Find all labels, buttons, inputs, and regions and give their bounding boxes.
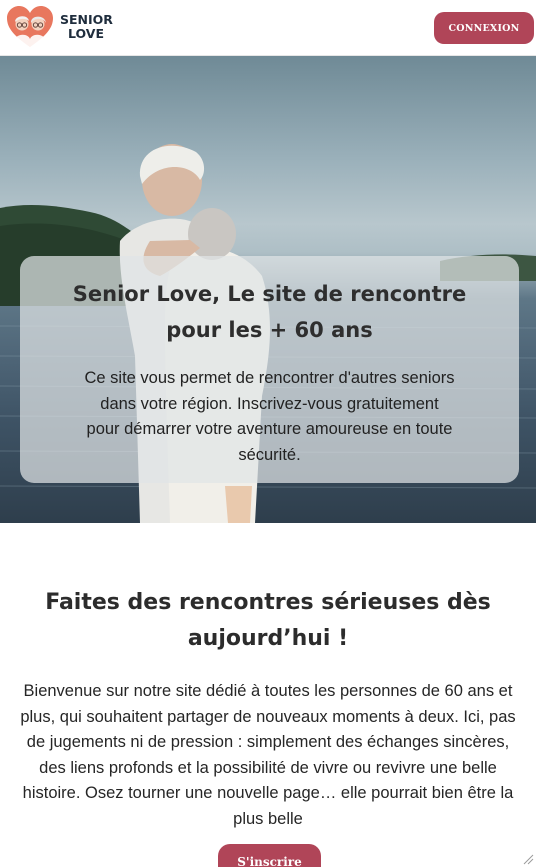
hero-section: Senior Love, Le site de rencontre pour l… <box>0 56 536 523</box>
hero-title: Senior Love, Le site de rencontre pour l… <box>72 282 467 342</box>
intro-text: Bienvenue sur notre site dédié à toutes … <box>20 682 516 828</box>
hero-description: Ce site vous permet de rencontrer d'autr… <box>84 369 455 464</box>
senior-couple-heart-icon <box>7 6 53 47</box>
site-header: SENIOR LOVE CONNEXION <box>0 0 536 56</box>
hero-card: Senior Love, Le site de rencontre pour l… <box>20 256 519 483</box>
logo-line-1: SENIOR <box>60 12 113 27</box>
intro-section: Faites des rencontres sérieuses dès aujo… <box>0 523 536 867</box>
logo-line-2: LOVE <box>67 26 105 41</box>
site-logo[interactable]: SENIOR LOVE <box>6 5 113 49</box>
login-button[interactable]: CONNEXION <box>434 12 534 44</box>
intro-title: Faites des rencontres sérieuses dès aujo… <box>45 590 491 651</box>
resize-grip-icon[interactable] <box>522 853 534 865</box>
signup-button[interactable]: S'inscrire <box>218 844 321 867</box>
logo-text: SENIOR LOVE <box>60 12 113 41</box>
